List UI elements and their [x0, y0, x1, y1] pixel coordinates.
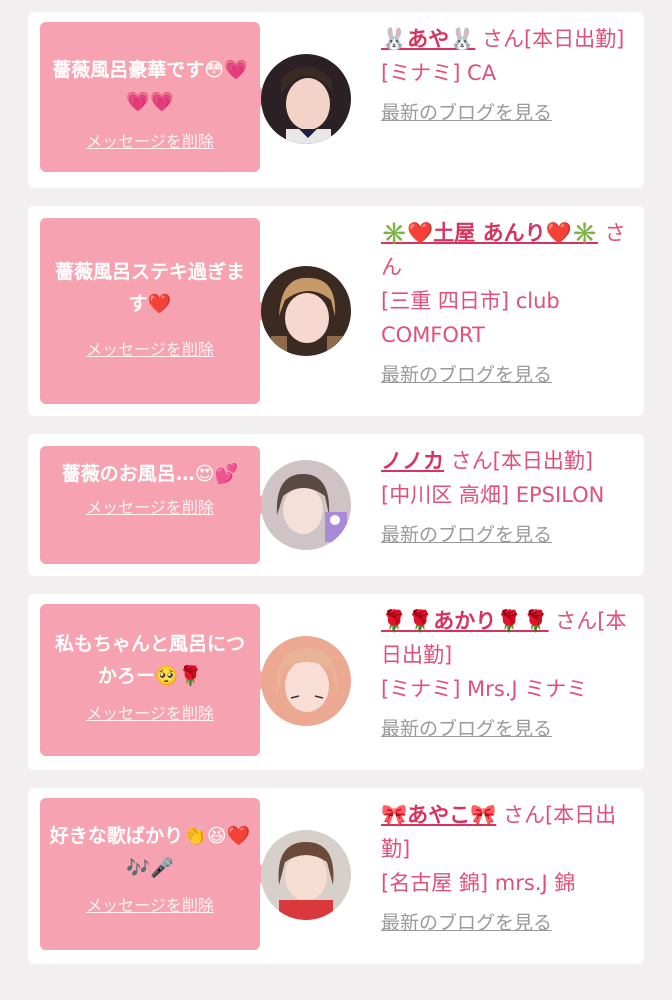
shop-label: [三重 四日市] club COMFORT: [381, 289, 560, 347]
message-list: 薔薇風呂豪華です😳💗💗💗 メッセージを削除 🐰あや🐰 さん[本日出勤] [ミナミ…: [0, 0, 672, 964]
message-text: 薔薇のお風呂…😍💕: [61, 463, 239, 485]
message-bubble: 薔薇のお風呂…😍💕 メッセージを削除: [40, 446, 270, 564]
sender-name-link[interactable]: ノノカ: [381, 449, 444, 473]
message-text: 好きな歌ばかり👏😆❤️🎶🎤: [49, 825, 251, 879]
avatar-photo: [261, 266, 351, 356]
sender-name-link[interactable]: 🐰あや🐰: [381, 27, 475, 51]
avatar[interactable]: [261, 460, 351, 550]
sender-name-link[interactable]: ✳️❤️土屋 あんり❤️✳️: [381, 221, 598, 245]
blog-link[interactable]: 最新のブログを見る: [381, 96, 552, 130]
delete-message-link[interactable]: メッセージを削除: [86, 892, 214, 916]
avatar[interactable]: [261, 54, 351, 144]
shop-label: [ミナミ] CA: [381, 61, 497, 85]
delete-message-link[interactable]: メッセージを削除: [86, 494, 214, 518]
delete-message-link[interactable]: メッセージを削除: [86, 336, 214, 360]
avatar-photo: [261, 830, 351, 920]
sender-info: ✳️❤️土屋 あんり❤️✳️ さん [三重 四日市] club COMFORT …: [381, 216, 636, 392]
sender-info: 🌹🌹あかり🌹🌹 さん[本日出勤] [ミナミ] Mrs.J ミナミ 最新のブログを…: [381, 604, 636, 746]
delete-message-link[interactable]: メッセージを削除: [86, 128, 214, 152]
shop-label: [名古屋 錦] mrs.J 錦: [381, 871, 576, 895]
sender-name-link[interactable]: 🌹🌹あかり🌹🌹: [381, 609, 549, 633]
message-card: 薔薇風呂豪華です😳💗💗💗 メッセージを削除 🐰あや🐰 さん[本日出勤] [ミナミ…: [28, 12, 644, 188]
blog-link[interactable]: 最新のブログを見る: [381, 518, 552, 552]
message-bubble: 薔薇風呂ステキ過ぎます❤️ メッセージを削除: [40, 218, 270, 404]
sender-info: ノノカ さん[本日出勤] [中川区 高畑] EPSILON 最新のブログを見る: [381, 444, 636, 552]
avatar-photo: [261, 54, 351, 144]
blog-link[interactable]: 最新のブログを見る: [381, 358, 552, 392]
shop-label: [中川区 高畑] EPSILON: [381, 483, 605, 507]
sender-suffix: さん[本日出勤]: [444, 449, 594, 473]
message-card: 好きな歌ばかり👏😆❤️🎶🎤 メッセージを削除 🎀あやこ🎀 さん[本日出勤] [名…: [28, 788, 644, 964]
avatar[interactable]: [261, 830, 351, 920]
message-text: 薔薇風呂ステキ過ぎます❤️: [54, 261, 245, 315]
delete-message-link[interactable]: メッセージを削除: [86, 700, 214, 724]
shop-label: [ミナミ] Mrs.J ミナミ: [381, 677, 588, 701]
avatar[interactable]: [261, 636, 351, 726]
message-text: 薔薇風呂豪華です😳💗💗💗: [52, 59, 248, 113]
message-bubble: 薔薇風呂豪華です😳💗💗💗 メッセージを削除: [40, 22, 270, 172]
message-card: 私もちゃんと風呂につかろー🥺🌹 メッセージを削除 🌹🌹あかり🌹🌹 さん[本日出勤…: [28, 594, 644, 770]
message-card: 薔薇のお風呂…😍💕 メッセージを削除 ノノカ さん[本日出勤] [中川区 高畑]…: [28, 434, 644, 576]
avatar-photo: [261, 636, 351, 726]
sender-name-link[interactable]: 🎀あやこ🎀: [381, 803, 496, 827]
blog-link[interactable]: 最新のブログを見る: [381, 712, 552, 746]
blog-link[interactable]: 最新のブログを見る: [381, 906, 552, 940]
message-bubble: 好きな歌ばかり👏😆❤️🎶🎤 メッセージを削除: [40, 798, 270, 950]
message-card: 薔薇風呂ステキ過ぎます❤️ メッセージを削除 ✳️❤️土屋 あんり❤️✳️ さん…: [28, 206, 644, 416]
sender-info: 🎀あやこ🎀 さん[本日出勤] [名古屋 錦] mrs.J 錦 最新のブログを見る: [381, 798, 636, 940]
sender-suffix: さん[本日出勤]: [475, 27, 625, 51]
avatar[interactable]: [261, 266, 351, 356]
message-bubble: 私もちゃんと風呂につかろー🥺🌹 メッセージを削除: [40, 604, 270, 756]
sender-info: 🐰あや🐰 さん[本日出勤] [ミナミ] CA 最新のブログを見る: [381, 22, 636, 130]
avatar-photo: [261, 460, 351, 550]
message-text: 私もちゃんと風呂につかろー🥺🌹: [54, 633, 245, 687]
